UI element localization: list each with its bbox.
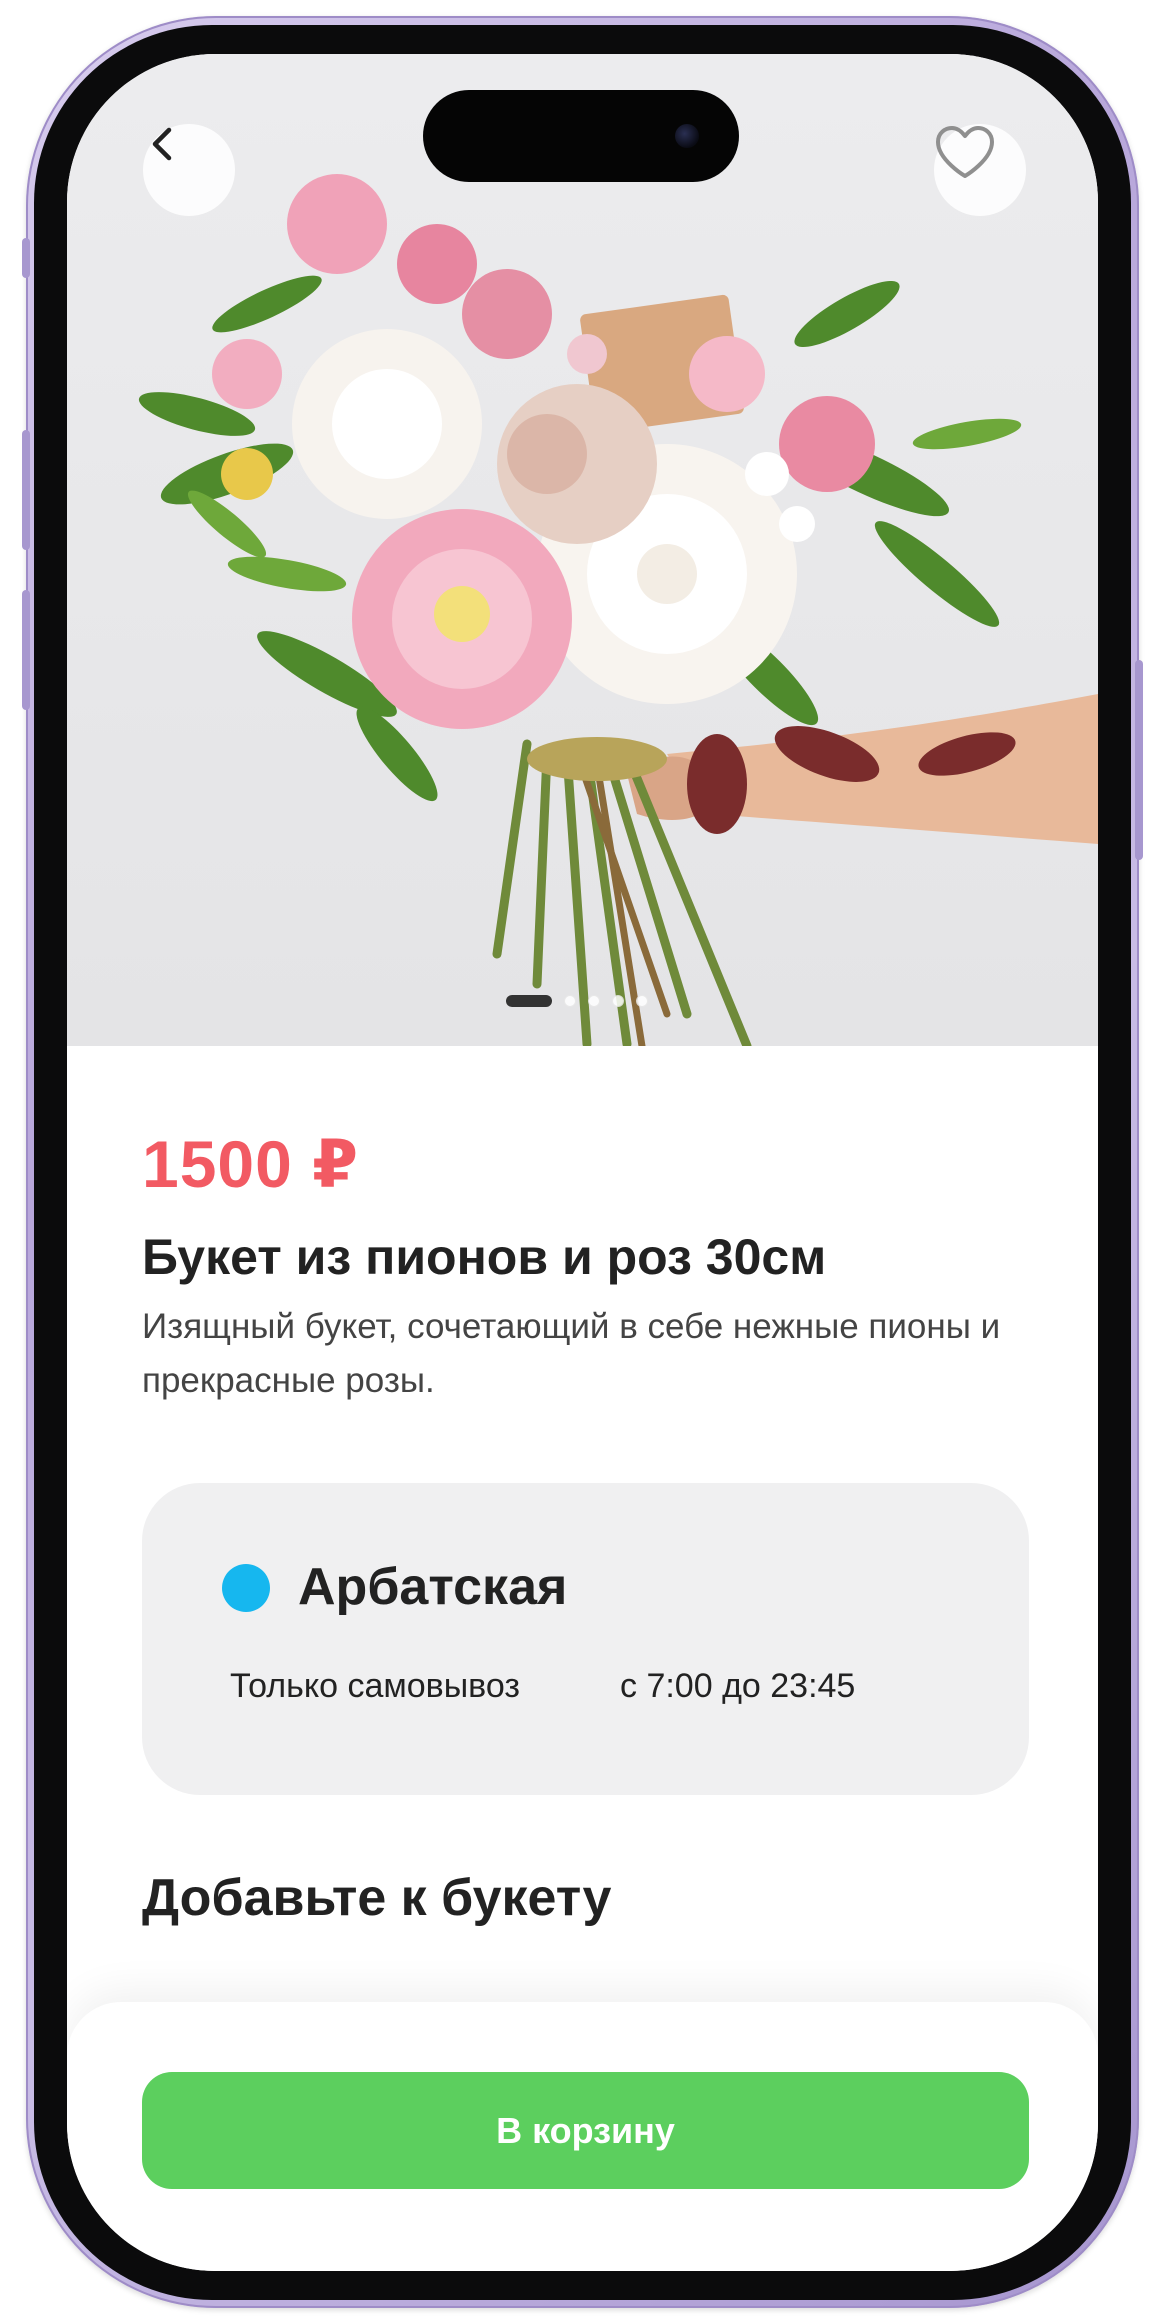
chevron-left-icon xyxy=(152,127,172,161)
product-title: Букет из пионов и роз 30см xyxy=(142,1229,827,1285)
dynamic-island xyxy=(423,90,739,182)
volume-down-button xyxy=(22,590,30,710)
pagination-dot-active[interactable] xyxy=(506,995,552,1007)
pickup-location-card[interactable]: Арбатская Только самовывоз с 7:00 до 23:… xyxy=(142,1483,1029,1795)
pickup-hours: с 7:00 до 23:45 xyxy=(620,1667,856,1705)
power-button xyxy=(1135,660,1143,860)
pagination-dot[interactable] xyxy=(612,995,624,1007)
pagination-dot[interactable] xyxy=(564,995,576,1007)
front-camera xyxy=(675,124,699,148)
action-button xyxy=(22,238,30,278)
product-price: 1500 ₽ xyxy=(142,1127,360,1201)
back-button[interactable] xyxy=(143,124,235,216)
bouquet-photo xyxy=(138,174,1098,1046)
product-description: Изящный букет, сочетающий в себе нежные … xyxy=(142,1307,1001,1400)
metro-line-icon xyxy=(222,1564,270,1612)
pagination-dot[interactable] xyxy=(588,995,600,1007)
app-screen: 1500 ₽ Букет из пионов и роз 30см Изящны… xyxy=(67,54,1098,2271)
bottom-action-bar: В корзину xyxy=(67,2002,1098,2271)
gallery-pagination[interactable] xyxy=(506,994,648,1008)
volume-up-button xyxy=(22,430,30,550)
pagination-dot[interactable] xyxy=(636,995,648,1007)
pickup-mode: Только самовывоз xyxy=(230,1667,520,1705)
metro-station-name: Арбатская xyxy=(298,1558,568,1616)
addons-section-title: Добавьте к букету xyxy=(142,1869,612,1927)
heart-icon xyxy=(936,126,994,178)
product-gallery[interactable] xyxy=(67,54,1098,1046)
favorite-button[interactable] xyxy=(934,124,1026,216)
add-to-cart-button[interactable]: В корзину xyxy=(142,2072,1029,2189)
